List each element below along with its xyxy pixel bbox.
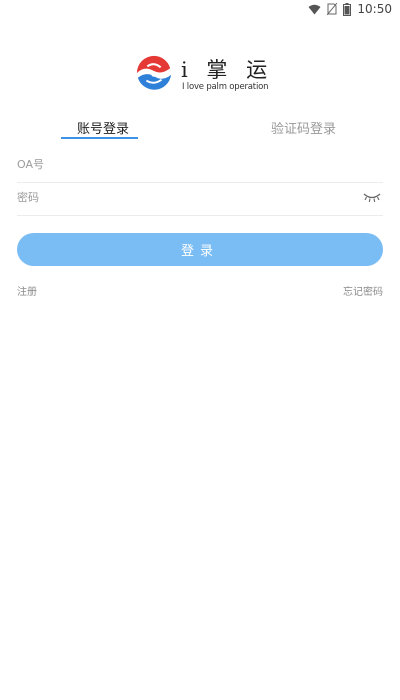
status-time: 10:50 bbox=[357, 2, 392, 16]
app-slogan: I love palm operation bbox=[182, 82, 269, 92]
password-field-container bbox=[17, 183, 383, 216]
app-logo: i 掌 运 I love palm operation bbox=[135, 52, 269, 96]
oa-number-input[interactable] bbox=[17, 150, 347, 178]
status-icons: 10:50 bbox=[308, 2, 392, 16]
active-tab-indicator bbox=[61, 137, 138, 139]
password-input[interactable] bbox=[17, 183, 347, 211]
status-bar: 10:50 bbox=[0, 0, 400, 18]
register-link[interactable]: 注册 bbox=[17, 283, 37, 298]
eye-closed-icon[interactable] bbox=[363, 191, 381, 203]
no-sim-icon bbox=[327, 3, 338, 15]
forgot-password-link[interactable]: 忘记密码 bbox=[343, 283, 383, 298]
tab-code-login[interactable]: 验证码登录 bbox=[271, 118, 336, 137]
login-tabs: 账号登录 验证码登录 bbox=[0, 118, 400, 142]
app-logo-icon bbox=[136, 55, 172, 90]
login-button[interactable]: 登录 bbox=[17, 233, 383, 266]
wifi-icon bbox=[308, 4, 321, 14]
tab-account-login[interactable]: 账号登录 bbox=[77, 118, 129, 137]
battery-icon bbox=[343, 2, 352, 16]
app-title: i 掌 运 bbox=[181, 58, 274, 82]
oa-field-container bbox=[17, 150, 383, 183]
